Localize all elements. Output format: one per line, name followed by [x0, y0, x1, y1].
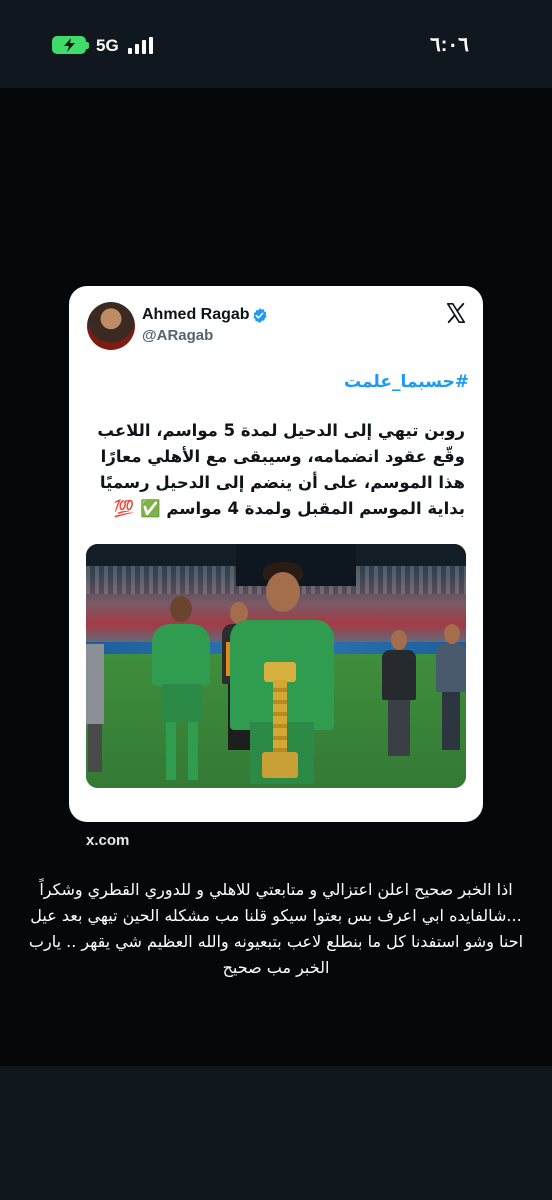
- tweet-hashtag[interactable]: #حسبما_علمت: [344, 372, 469, 392]
- verified-badge-icon: [253, 308, 267, 323]
- author-name[interactable]: Ahmed Ragab: [142, 306, 250, 324]
- tweet-photo[interactable]: [86, 544, 466, 788]
- signal-bars-icon: [128, 36, 158, 54]
- source-domain[interactable]: x.com: [86, 832, 129, 849]
- story-caption: اذا الخبر صحيح اعلن اعتزالي و متابعتي لل…: [28, 880, 524, 977]
- author-avatar[interactable]: [87, 302, 135, 350]
- x-logo-icon[interactable]: [445, 302, 467, 324]
- battery-charging-icon: [52, 36, 89, 54]
- player-right: [436, 624, 466, 754]
- trophy: [262, 662, 298, 782]
- author-handle[interactable]: @ARagab: [142, 327, 213, 344]
- person-left-edge: [86, 644, 104, 774]
- bottom-bar: [0, 1066, 552, 1200]
- network-type: 5G: [96, 36, 119, 55]
- player-left: [148, 596, 214, 786]
- status-bar: 5G ٦:٠٦: [0, 0, 552, 88]
- status-time: ٦:٠٦: [430, 34, 469, 56]
- tweet-card[interactable]: Ahmed Ragab @ARagab #حسبما_علمت روبن تيه…: [69, 286, 483, 822]
- person-right: [382, 630, 416, 760]
- tweet-text: روبن تيهي إلى الدحيل لمدة 5 مواسم، اللاع…: [97, 421, 465, 518]
